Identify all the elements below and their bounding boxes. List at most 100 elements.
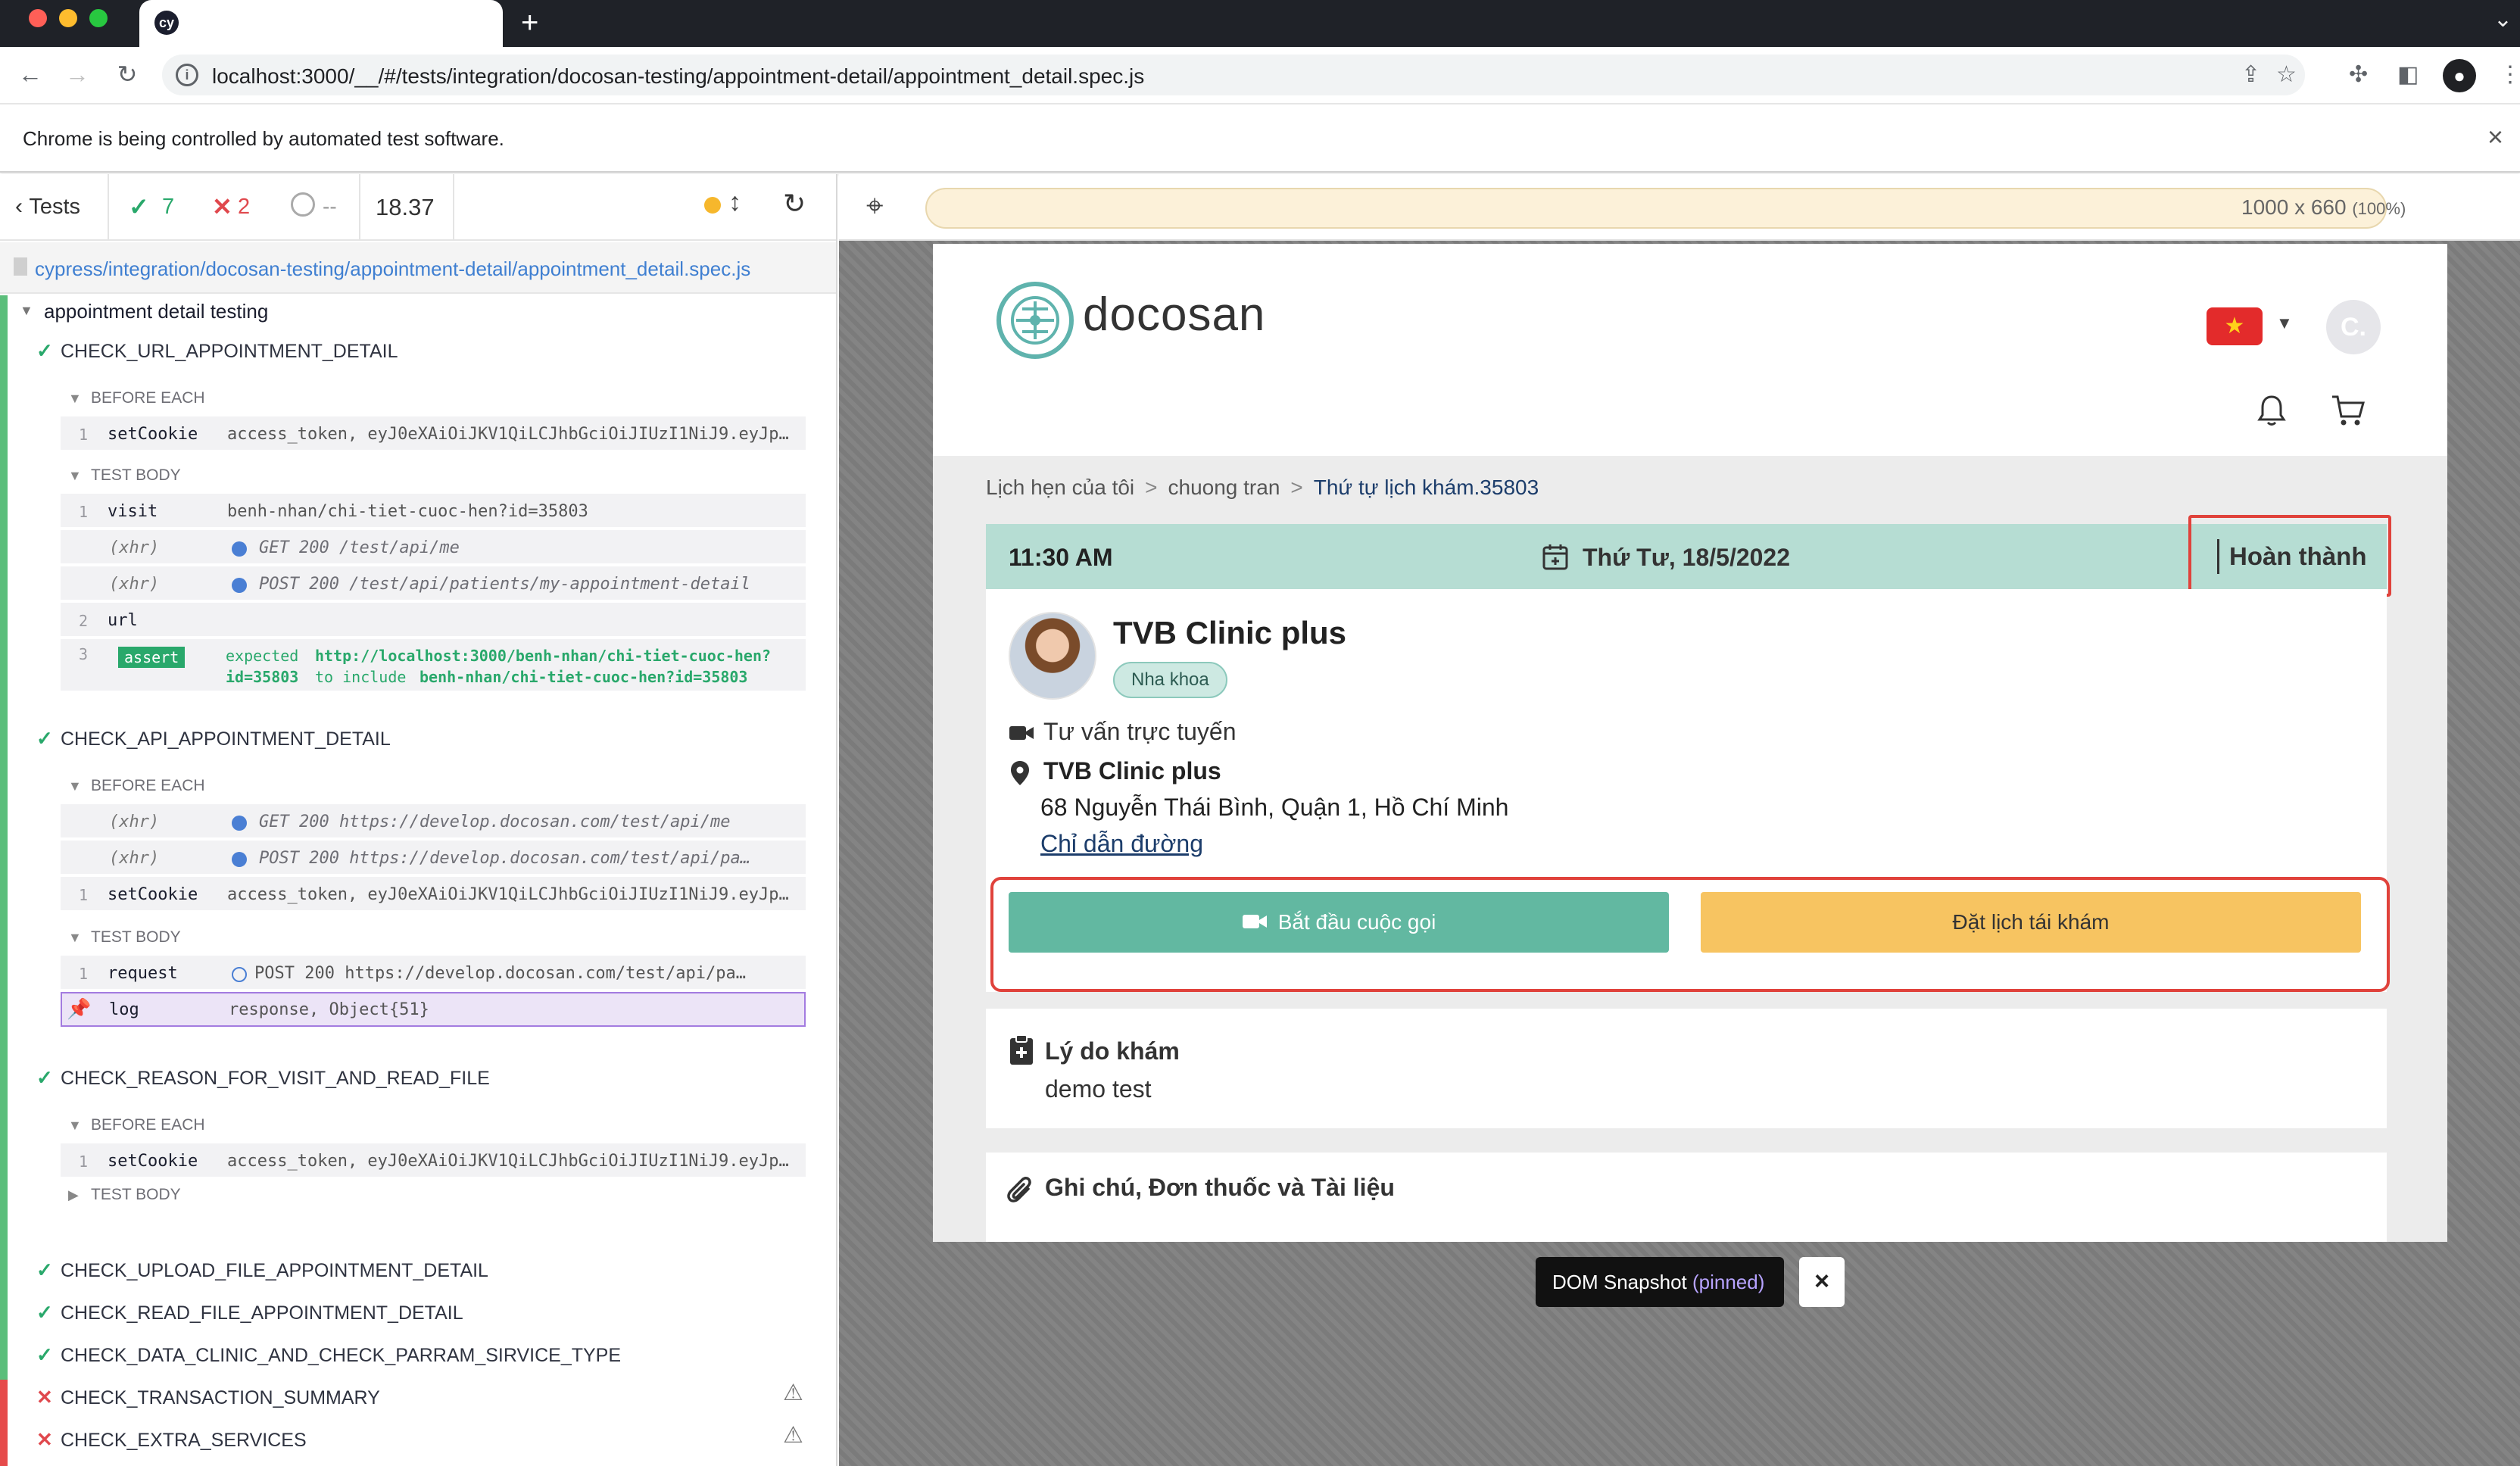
- xhr-dot-icon: [232, 816, 247, 831]
- failed-count: 2: [238, 195, 251, 219]
- hook-label[interactable]: BEFORE EACH: [91, 1116, 205, 1134]
- test-title[interactable]: CHECK_REASON_FOR_VISIT_AND_READ_FILE: [61, 1068, 490, 1090]
- assert-row[interactable]: 3 assert expected http://localhost:3000/…: [61, 639, 806, 692]
- command-name: setCookie: [108, 425, 198, 444]
- extensions-puzzle-icon[interactable]: ✣: [2349, 61, 2368, 89]
- command-row[interactable]: 2 url: [61, 603, 806, 638]
- suite-caret-icon[interactable]: ▼: [20, 303, 33, 319]
- docosan-logo-text[interactable]: docosan: [1083, 288, 1265, 342]
- aut-url-bar[interactable]: [925, 188, 2387, 229]
- breadcrumb-item[interactable]: chuong tran: [1168, 476, 1280, 499]
- notification-bell-icon[interactable]: [2256, 394, 2287, 427]
- reload-button[interactable]: ↻: [111, 58, 144, 91]
- notes-card: Ghi chú, Đơn thuốc và Tài liệu: [986, 1153, 2387, 1242]
- test-title[interactable]: CHECK_TRANSACTION_SUMMARY: [61, 1387, 380, 1409]
- auto-scroll-toggle-icon[interactable]: ↕: [728, 188, 741, 217]
- selector-playground-icon[interactable]: ⌖: [866, 191, 884, 221]
- tests-label: Tests: [29, 195, 81, 219]
- command-row[interactable]: 1 setCookie access_token, eyJ0eXAiOiJKV1…: [61, 1143, 806, 1178]
- command-row[interactable]: 1 visit benh-nhan/chi-tiet-cuoc-hen?id=3…: [61, 494, 806, 529]
- command-message: GET 200 https://develop.docosan.com/test…: [259, 813, 731, 831]
- xhr-dot-icon: [232, 541, 247, 557]
- spec-path-link[interactable]: cypress/integration/docosan-testing/appo…: [35, 257, 750, 281]
- directions-link[interactable]: Chỉ dẫn đường: [1040, 830, 1203, 858]
- spec-path-bar[interactable]: cypress/integration/docosan-testing/appo…: [0, 242, 836, 294]
- hook-caret-icon[interactable]: ▼: [68, 391, 82, 407]
- forward-button[interactable]: →: [61, 58, 94, 91]
- pinned-command-row[interactable]: 📌 log response, Object{51}: [61, 992, 806, 1027]
- buttons-highlight-box: [990, 877, 2390, 992]
- run-duration: 18.37: [376, 194, 435, 220]
- test-title[interactable]: CHECK_UPLOAD_FILE_APPOINTMENT_DETAIL: [61, 1260, 488, 1282]
- hook-caret-icon[interactable]: ▼: [68, 778, 82, 794]
- command-row[interactable]: (xhr) GET 200 https://develop.docosan.co…: [61, 804, 806, 839]
- test-title[interactable]: CHECK_EXTRA_SERVICES: [61, 1430, 307, 1452]
- viewport-dimensions: 1000 x 660: [2241, 195, 2347, 219]
- appointment-status-bar: 11:30 AM Thứ Tư, 18/5/2022 Hoàn thành: [986, 524, 2387, 589]
- breadcrumb-item[interactable]: Lịch hẹn của tôi: [986, 476, 1134, 499]
- command-number: 1: [79, 886, 89, 904]
- command-row[interactable]: 1 setCookie access_token, eyJ0eXAiOiJKV1…: [61, 416, 806, 451]
- hook-label[interactable]: BEFORE EACH: [91, 777, 205, 795]
- tab-search-chevron-icon[interactable]: ⌄: [2493, 6, 2512, 33]
- command-number: 1: [79, 965, 89, 983]
- docosan-logo-icon[interactable]: [996, 282, 1074, 359]
- request-dot-icon: [232, 967, 247, 982]
- hook-label[interactable]: TEST BODY: [91, 928, 181, 947]
- hook-label[interactable]: TEST BODY: [91, 466, 181, 485]
- hook-caret-icon[interactable]: ▼: [68, 1118, 82, 1134]
- hook-caret-collapsed-icon[interactable]: ▶: [68, 1187, 79, 1203]
- command-row[interactable]: (xhr) POST 200 https://develop.docosan.c…: [61, 841, 806, 875]
- infobar-close-button[interactable]: ×: [2487, 121, 2503, 153]
- close-window-button[interactable]: [29, 9, 47, 27]
- command-number: 2: [79, 612, 89, 630]
- suite-title[interactable]: appointment detail testing: [44, 300, 268, 323]
- pending-count: --: [323, 195, 337, 218]
- snapshot-close-button[interactable]: ×: [1799, 1257, 1845, 1307]
- user-avatar[interactable]: C.: [2326, 300, 2381, 354]
- hook-label[interactable]: BEFORE EACH: [91, 389, 205, 407]
- hook-caret-icon[interactable]: ▼: [68, 930, 82, 946]
- clinic-name[interactable]: TVB Clinic plus: [1113, 615, 1346, 651]
- browser-menu-icon[interactable]: ⋮: [2499, 61, 2520, 89]
- new-tab-button[interactable]: +: [521, 6, 538, 39]
- hook-label[interactable]: TEST BODY: [91, 1186, 181, 1204]
- profile-icon[interactable]: ●: [2443, 59, 2476, 92]
- command-row[interactable]: (xhr) GET 200 /test/api/me: [61, 530, 806, 565]
- tests-back-button[interactable]: ‹ Tests: [15, 194, 80, 220]
- shopping-cart-icon[interactable]: [2331, 394, 2366, 427]
- pass-check-icon: ✓: [36, 727, 53, 750]
- minimize-window-button[interactable]: [59, 9, 77, 27]
- test-title[interactable]: CHECK_API_APPOINTMENT_DETAIL: [61, 728, 391, 750]
- zoom-window-button[interactable]: [89, 9, 108, 27]
- viewport-scale: (100%): [2352, 199, 2406, 218]
- address-bar[interactable]: i localhost:3000/__/#/tests/integration/…: [162, 55, 2305, 95]
- share-icon[interactable]: ⇪: [2241, 61, 2260, 89]
- pass-check-icon: ✓: [36, 1259, 53, 1281]
- breadcrumb-separator: >: [1145, 476, 1158, 499]
- pin-icon: 📌: [67, 998, 92, 1021]
- test-title[interactable]: CHECK_DATA_CLINIC_AND_CHECK_PARRAM_SIRVI…: [61, 1345, 621, 1367]
- language-dropdown-chevron-icon[interactable]: ▼: [2276, 313, 2293, 333]
- command-message: access_token, eyJ0eXAiOiJKV1QiLCJhbGciOi…: [227, 1152, 798, 1171]
- command-row[interactable]: 1 request POST 200 https://develop.docos…: [61, 956, 806, 990]
- clinic-address: 68 Nguyễn Thái Bình, Quận 1, Hồ Chí Minh: [1040, 794, 1509, 821]
- back-button[interactable]: ←: [14, 58, 47, 91]
- hook-caret-icon[interactable]: ▼: [68, 468, 82, 484]
- test-title[interactable]: CHECK_URL_APPOINTMENT_DETAIL: [61, 341, 398, 363]
- pass-check-icon: ✓: [36, 339, 53, 362]
- rerun-tests-icon[interactable]: ↻: [783, 188, 806, 220]
- bookmark-star-icon[interactable]: ☆: [2276, 61, 2297, 89]
- suite-status-bar: [0, 295, 8, 1466]
- warning-icon: ⚠: [783, 1423, 803, 1448]
- command-row[interactable]: (xhr) POST 200 /test/api/patients/my-app…: [61, 566, 806, 601]
- browser-tab[interactable]: cy: [139, 0, 503, 47]
- vietnam-flag-icon[interactable]: ★: [2207, 307, 2263, 345]
- command-row[interactable]: 1 setCookie access_token, eyJ0eXAiOiJKV1…: [61, 877, 806, 912]
- test-title[interactable]: CHECK_READ_FILE_APPOINTMENT_DETAIL: [61, 1302, 463, 1324]
- site-info-icon[interactable]: i: [176, 64, 198, 86]
- appointment-date: Thứ Tư, 18/5/2022: [1583, 544, 1791, 571]
- side-panel-icon[interactable]: ◧: [2397, 61, 2419, 89]
- breadcrumb: Lịch hẹn của tôi > chuong tran > Thứ tự lịch…: [986, 476, 1539, 500]
- file-icon: [14, 257, 27, 276]
